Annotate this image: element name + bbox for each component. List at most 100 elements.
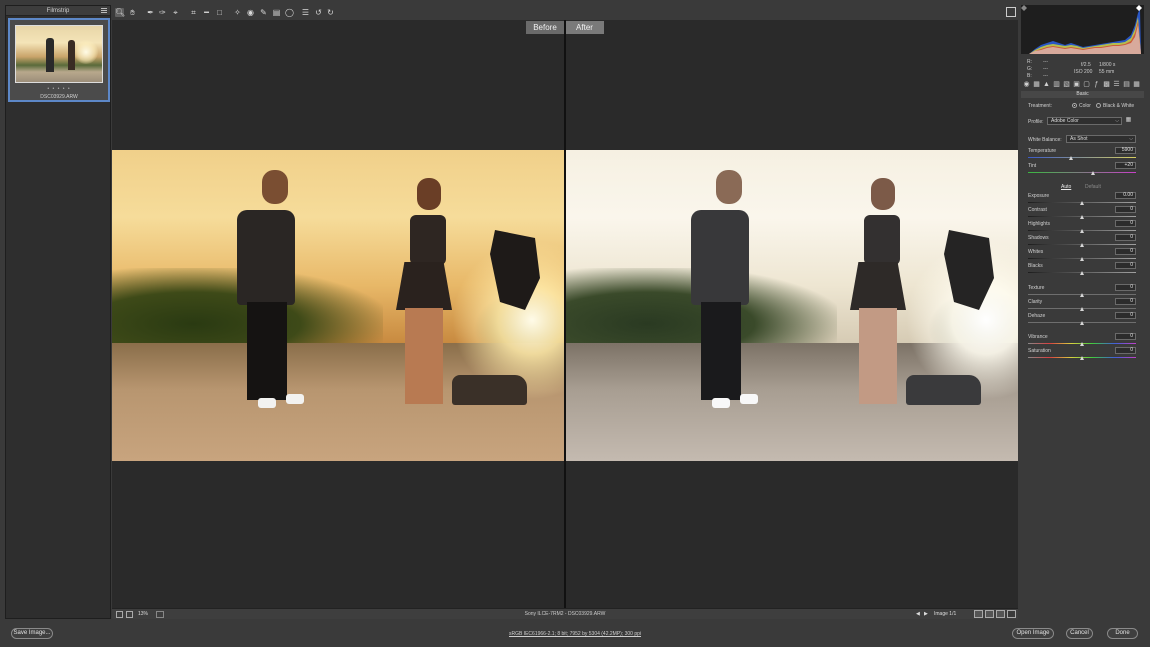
slider-highlights[interactable] (1028, 229, 1136, 233)
slider-value-saturation[interactable]: 0 (1115, 347, 1136, 354)
presets-tab-icon[interactable]: ☰ (1113, 81, 1120, 88)
slider-thumb-whites[interactable] (1080, 257, 1084, 261)
treatment-color-radio[interactable] (1072, 103, 1077, 108)
straighten-icon[interactable]: ━ (202, 8, 211, 17)
slider-value-contrast[interactable]: 0 (1115, 206, 1136, 213)
red-eye-icon[interactable]: ◉ (246, 8, 255, 17)
slider-exposure[interactable] (1028, 201, 1136, 205)
crop-icon[interactable]: ⌗ (189, 8, 198, 17)
tint-slider-thumb[interactable] (1090, 171, 1095, 175)
basic-tab-icon[interactable]: ◉ (1023, 81, 1030, 88)
white-balance-dropdown[interactable]: As Shot ⌵ (1066, 135, 1136, 143)
profile-dropdown[interactable]: Adobe Color ⌵ (1047, 117, 1122, 125)
open-image-button[interactable]: Open Image (1012, 628, 1054, 639)
slider-vibrance[interactable] (1028, 342, 1136, 346)
graduated-filter-icon[interactable]: ▤ (272, 8, 281, 17)
calibration-tab-icon[interactable]: ▩ (1103, 81, 1110, 88)
temperature-slider-thumb[interactable] (1069, 156, 1074, 160)
color-sampler-icon[interactable]: ✑ (158, 8, 167, 17)
rating-stars[interactable]: • • • • • (10, 86, 108, 92)
rotate-left-icon[interactable]: ↺ (314, 8, 323, 17)
white-balance-icon[interactable]: ✒ (146, 8, 155, 17)
before-photo (112, 150, 564, 461)
slider-thumb-shadows[interactable] (1080, 243, 1084, 247)
auto-button[interactable]: Auto (1061, 184, 1071, 190)
tint-value[interactable]: +20 (1115, 162, 1136, 169)
targeted-adjustment-icon[interactable]: ⌖ (171, 8, 180, 17)
slider-value-exposure[interactable]: 0.00 (1115, 192, 1136, 199)
filmstrip-thumbnail[interactable]: • • • • • DSC03929.ARW (8, 18, 110, 102)
zoom-icon[interactable]: 🔍︎ (115, 8, 125, 17)
detail-tab-icon[interactable]: ▲ (1043, 81, 1050, 88)
slider-blacks[interactable] (1028, 271, 1136, 275)
g-value: --- (1043, 66, 1048, 72)
effects-tab-icon[interactable]: ƒ (1093, 81, 1100, 88)
rotate-right-icon[interactable]: ↻ (326, 8, 335, 17)
slider-value-texture[interactable]: 0 (1115, 284, 1136, 291)
slider-contrast[interactable] (1028, 215, 1136, 219)
preview-area[interactable]: Before After (112, 20, 1018, 608)
copy-settings-button[interactable] (996, 610, 1005, 618)
tone-curve-tab-icon[interactable]: ▦ (1033, 81, 1040, 88)
adjustment-brush-icon[interactable]: ✎ (259, 8, 268, 17)
slider-value-vibrance[interactable]: 0 (1115, 333, 1136, 340)
tint-slider[interactable] (1028, 171, 1136, 175)
hand-icon[interactable]: ✋︎ (128, 8, 137, 17)
done-button[interactable]: Done (1107, 628, 1138, 639)
spot-removal-icon[interactable]: ✧ (233, 8, 242, 17)
workflow-options-link[interactable]: sRGB IEC61966-2.1; 8 bit; 7952 by 5304 (… (0, 631, 1150, 637)
next-image-icon[interactable]: ▶ (924, 611, 928, 617)
toggle-settings-button[interactable] (1007, 610, 1016, 618)
slider-thumb-dehaze[interactable] (1080, 321, 1084, 325)
lens-tab-icon[interactable]: ▣ (1073, 81, 1080, 88)
temperature-value[interactable]: 5900 (1115, 147, 1136, 154)
slider-label-blacks: Blacks (1028, 263, 1043, 269)
slider-thumb-clarity[interactable] (1080, 307, 1084, 311)
slider-whites[interactable] (1028, 257, 1136, 261)
temperature-slider[interactable] (1028, 156, 1136, 160)
profile-browser-icon[interactable]: ▦ (1125, 117, 1132, 124)
slider-thumb-blacks[interactable] (1080, 271, 1084, 275)
slider-thumb-contrast[interactable] (1080, 215, 1084, 219)
slider-value-whites[interactable]: 0 (1115, 248, 1136, 255)
r-label: R: (1027, 59, 1032, 65)
swap-settings-button[interactable] (985, 610, 994, 618)
split-toning-tab-icon[interactable]: ▧ (1063, 81, 1070, 88)
slider-thumb-highlights[interactable] (1080, 229, 1084, 233)
slider-value-highlights[interactable]: 0 (1115, 220, 1136, 227)
slider-thumb-vibrance[interactable] (1080, 342, 1084, 346)
slider-label-contrast: Contrast (1028, 207, 1047, 213)
transform-tab-icon[interactable]: ▢ (1083, 81, 1090, 88)
slider-clarity[interactable] (1028, 307, 1136, 311)
slider-dehaze[interactable] (1028, 321, 1136, 325)
slider-thumb-exposure[interactable] (1080, 201, 1084, 205)
transform-icon[interactable]: □ (215, 8, 224, 17)
slider-thumb-texture[interactable] (1080, 293, 1084, 297)
snapshots2-tab-icon[interactable]: ▦ (1133, 81, 1140, 88)
slider-value-shadows[interactable]: 0 (1115, 234, 1136, 241)
panel-tabs: ◉ ▦ ▲ ▥ ▧ ▣ ▢ ƒ ▩ ☰ ▤ ▦ (1021, 81, 1144, 90)
radial-filter-icon[interactable]: ◯ (285, 8, 294, 17)
cancel-button[interactable]: Cancel (1066, 628, 1093, 639)
slider-thumb-saturation[interactable] (1080, 356, 1084, 360)
export-icon[interactable] (1006, 7, 1016, 17)
slider-value-clarity[interactable]: 0 (1115, 298, 1136, 305)
treatment-bw-radio[interactable] (1096, 103, 1101, 108)
slider-value-blacks[interactable]: 0 (1115, 262, 1136, 269)
g-label: G: (1027, 66, 1033, 72)
hsl-tab-icon[interactable]: ▥ (1053, 81, 1060, 88)
iso: ISO 200 (1074, 69, 1093, 75)
slider-value-dehaze[interactable]: 0 (1115, 312, 1136, 319)
prev-image-icon[interactable]: ◀ (916, 611, 920, 617)
slider-texture[interactable] (1028, 293, 1136, 297)
aperture: f/2.5 (1081, 62, 1091, 68)
snapshots-tab-icon[interactable]: ▤ (1123, 81, 1130, 88)
preferences-icon[interactable]: ☰ (301, 8, 310, 17)
slider-saturation[interactable] (1028, 356, 1136, 360)
view-mode-button[interactable] (974, 610, 983, 618)
exif-info: R: --- G: --- B: --- f/2.5 1/800 s ISO 2… (1021, 55, 1144, 81)
filmstrip-menu-icon[interactable] (101, 8, 107, 13)
slider-label-texture: Texture (1028, 285, 1045, 291)
slider-shadows[interactable] (1028, 243, 1136, 247)
default-button[interactable]: Default (1085, 184, 1101, 190)
